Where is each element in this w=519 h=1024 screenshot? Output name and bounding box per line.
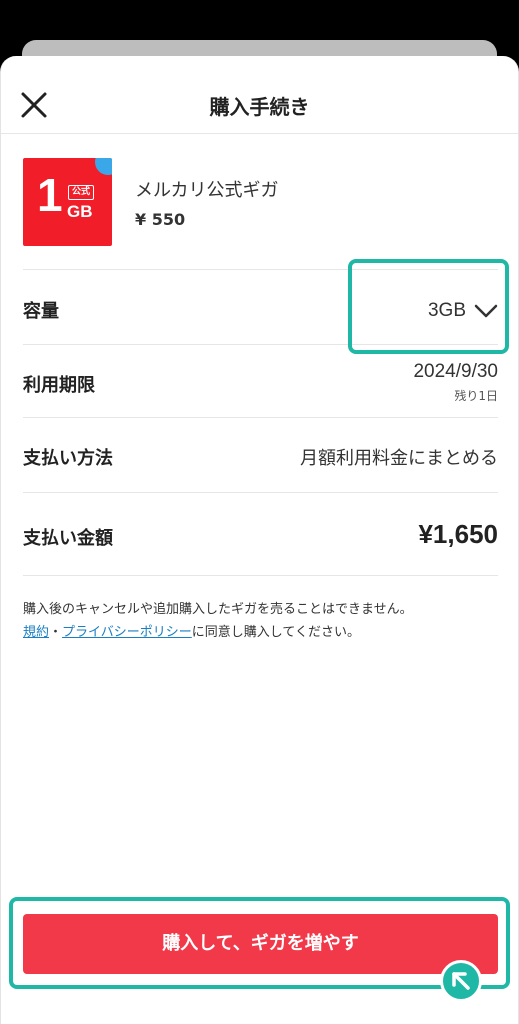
product-thumbnail: 1 公式 GB <box>23 158 112 246</box>
expiry-label: 利用期限 <box>23 375 95 396</box>
arrow-up-left-icon <box>452 972 470 990</box>
privacy-policy-link[interactable]: プライバシーポリシー <box>62 625 192 640</box>
sheet-header: 購入手続き <box>1 56 518 134</box>
payment-method-label: 支払い方法 <box>23 448 113 469</box>
purchase-button[interactable]: 購入して、ギガを増やす <box>23 914 498 974</box>
expiry-remaining: 残り1日 <box>454 389 498 403</box>
payment-amount-label: 支払い金額 <box>23 528 113 549</box>
product-price: ¥ 550 <box>135 210 186 229</box>
notice-line-2: 規約・プライバシーポリシーに同意し購入してください。 <box>23 621 498 644</box>
thumbnail-corner-dot <box>95 158 112 175</box>
payment-amount-value: ¥1,650 <box>418 519 498 549</box>
capacity-label: 容量 <box>23 301 59 322</box>
page-title: 購入手続き <box>209 95 310 119</box>
thumbnail-unit: GB <box>67 202 93 221</box>
notice-separator: ・ <box>49 625 63 640</box>
payment-amount-row: 支払い金額 ¥1,650 <box>23 492 498 576</box>
capacity-value: 3GB <box>427 300 466 321</box>
chevron-down-icon <box>474 304 498 318</box>
capacity-row: 容量 3GB <box>23 269 498 344</box>
purchase-notice: 購入後のキャンセルや追加購入したギガを売ることはできません。 規約・プライバシー… <box>23 598 498 644</box>
notice-line-1: 購入後のキャンセルや追加購入したギガを売ることはできません。 <box>23 602 413 617</box>
purchase-sheet: 購入手続き 1 公式 GB メルカリ公式ギガ ¥ 550 容量 3GB 利用期限… <box>0 56 519 1024</box>
thumbnail-number: 1 <box>37 169 63 221</box>
terms-link[interactable]: 規約 <box>23 625 49 640</box>
expiry-row: 利用期限 2024/9/30 残り1日 <box>23 344 498 417</box>
payment-method-value: 月額利用料金にまとめる <box>300 448 498 469</box>
expiry-date: 2024/9/30 <box>413 361 498 382</box>
product-summary: 1 公式 GB メルカリ公式ギガ ¥ 550 <box>23 158 498 248</box>
product-name: メルカリ公式ギガ <box>135 180 279 201</box>
thumbnail-official-badge: 公式 <box>68 185 94 200</box>
capacity-select[interactable]: 3GB <box>428 300 498 322</box>
notice-line-2-suffix: に同意し購入してください。 <box>191 625 361 640</box>
cursor-indicator <box>440 960 482 1002</box>
payment-method-row: 支払い方法 月額利用料金にまとめる <box>23 417 498 492</box>
